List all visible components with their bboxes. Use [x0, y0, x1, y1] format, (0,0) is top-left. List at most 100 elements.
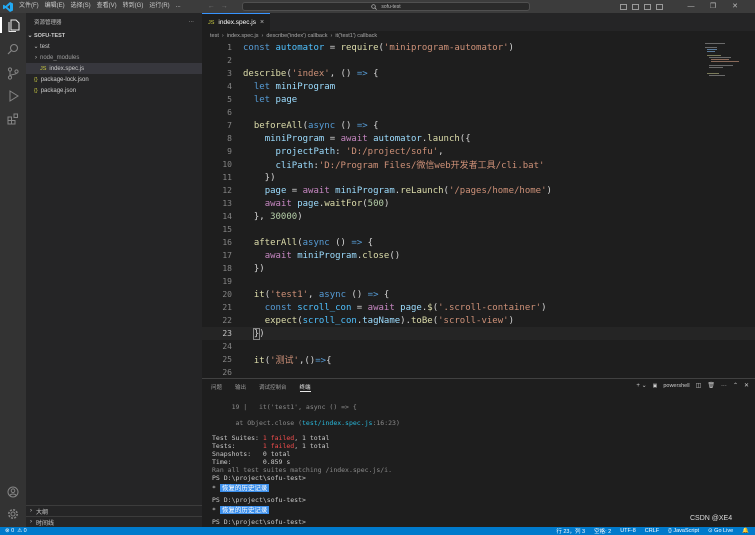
line-endings[interactable]: CRLF	[645, 528, 659, 534]
maximize-panel-icon[interactable]: ⌃	[733, 382, 738, 389]
layout-controls	[620, 0, 663, 13]
cursor-position[interactable]: 行 23，列 3	[556, 527, 585, 535]
code-line: 21 const scroll_con = await page.$('.scr…	[222, 302, 547, 313]
go-live-button[interactable]: ⊙ Go Live	[708, 528, 733, 534]
minimize-icon[interactable]: —	[680, 0, 702, 13]
tab-index-spec[interactable]: JS index.spec.js ×	[202, 13, 271, 31]
close-panel-icon[interactable]: ✕	[744, 382, 749, 389]
window-controls: — ❐ ✕	[680, 0, 746, 13]
outline-section[interactable]: › 大纲	[26, 505, 202, 516]
menu-more[interactable]: ...	[173, 0, 184, 13]
search-view-icon[interactable]	[5, 41, 21, 57]
tab-output[interactable]: 输出	[235, 383, 246, 391]
chevron-down-icon: ⌄	[33, 44, 39, 50]
outline-label: 大纲	[36, 509, 49, 516]
vscode-logo-icon	[0, 0, 16, 13]
terminal-icon: ▣	[652, 382, 658, 389]
split-terminal-icon[interactable]: ◫	[696, 382, 702, 389]
breadcrumb-separator: ›	[261, 32, 264, 39]
timeline-section[interactable]: › 时间线	[26, 516, 202, 527]
bottom-panel: 问题 输出 调试控制台 终端 + ⌄ ▣ powershell ◫ 🗑 ··· …	[202, 378, 755, 527]
json-file-icon: {}	[34, 87, 38, 94]
kill-terminal-icon[interactable]: 🗑	[707, 382, 715, 389]
editor-tabs: JS index.spec.js ×	[202, 13, 755, 31]
editor-area: JS index.spec.js × test › index.spec.js …	[202, 13, 755, 378]
vscode-window: 文件(F) 编辑(E) 选择(S) 查看(V) 转到(G) 运行(R) ... …	[0, 0, 755, 535]
toggle-secondary-sidebar-icon[interactable]	[644, 3, 651, 10]
terminal-actions: + ⌄ ▣ powershell ◫ 🗑 ··· ⌃ ✕	[636, 382, 749, 390]
more-actions-icon[interactable]: ···	[721, 383, 727, 389]
explorer-sidebar: 资源管理器 ··· ⌄ SOFU-TEST ⌄ test › node_modu…	[26, 13, 202, 527]
minimap[interactable]	[705, 43, 741, 83]
terminal-line: Ran all test suites matching /index.spec…	[212, 466, 393, 474]
code-line: 7 beforeAll(async () => {	[227, 120, 379, 131]
toggle-panel-icon[interactable]	[632, 3, 639, 10]
explorer-icon[interactable]	[0, 17, 26, 33]
run-debug-icon[interactable]	[5, 88, 21, 104]
tab-debug-console[interactable]: 调试控制台	[259, 383, 287, 391]
close-window-icon[interactable]: ✕	[724, 0, 746, 13]
errors-indicator[interactable]: ⊗ 0	[0, 528, 14, 534]
breadcrumb-item[interactable]: it('test1') callback	[335, 33, 377, 39]
terminal-name[interactable]: powershell	[663, 383, 689, 389]
code-line: 20 it('test1', async () => {	[222, 289, 390, 300]
code-line: 17 await miniProgram.close()	[222, 250, 401, 261]
maximize-icon[interactable]: ❐	[702, 0, 724, 13]
tree-item-label: index.spec.js	[49, 65, 85, 72]
chevron-right-icon: ›	[30, 508, 32, 514]
terminal-line: 19 | it('test1', async () => {	[212, 403, 357, 411]
code-line: 1 const automator = require('miniprogram-…	[227, 42, 514, 53]
account-icon[interactable]	[5, 484, 21, 500]
extensions-icon[interactable]	[5, 111, 21, 127]
command-center-search[interactable]: sofu-test	[242, 2, 530, 11]
code-line: 25 it('测试',()=>{	[222, 355, 332, 366]
code-line: 13 await page.waitFor(500)	[222, 198, 390, 209]
terminal-prompt[interactable]: PS D:\project\sofu-test>	[212, 518, 306, 526]
sidebar-more-icon[interactable]: ···	[189, 19, 195, 25]
menu-file[interactable]: 文件(F)	[16, 0, 42, 13]
toggle-sidebar-icon[interactable]	[620, 3, 627, 10]
tab-terminal[interactable]: 终端	[299, 383, 311, 392]
nav-forward-button[interactable]: →	[221, 0, 228, 13]
settings-gear-icon[interactable]	[5, 506, 21, 522]
code-line: 4 let miniProgram	[227, 81, 336, 92]
tree-item-test[interactable]: ⌄ test	[26, 41, 202, 52]
code-line: 19	[222, 277, 232, 286]
activity-bar	[0, 13, 26, 527]
tree-item-node-modules[interactable]: › node_modules	[26, 52, 202, 63]
source-control-icon[interactable]	[5, 65, 21, 81]
tab-problems[interactable]: 问题	[211, 383, 222, 391]
tree-item-package-lock[interactable]: {} package-lock.json	[26, 74, 202, 85]
menu-run[interactable]: 运行(R)	[146, 0, 172, 13]
tree-item-label: package-lock.json	[40, 76, 89, 83]
search-icon	[371, 3, 378, 10]
customize-layout-icon[interactable]	[656, 3, 663, 10]
tree-item-package[interactable]: {} package.json	[26, 85, 202, 96]
terminal-prompt: PS D:\project\sofu-test>	[212, 496, 306, 504]
code-line: 5 let page	[227, 94, 298, 105]
breadcrumb-item[interactable]: describe('index') callback	[266, 33, 327, 39]
project-title: SOFU-TEST	[34, 32, 66, 39]
breadcrumb-item[interactable]: index.spec.js	[227, 33, 259, 39]
close-icon[interactable]: ×	[260, 19, 264, 26]
tree-item-label: test	[40, 43, 50, 50]
code-editor[interactable]: 1 const automator = require('miniprogram-…	[202, 41, 755, 378]
breadcrumb-item[interactable]: test	[210, 33, 219, 39]
terminal-line: Time: 0.859 s	[212, 458, 291, 466]
code-line-current: 23 })	[202, 327, 755, 340]
menu-selection[interactable]: 选择(S)	[68, 0, 94, 13]
menu-edit[interactable]: 编辑(E)	[42, 0, 68, 13]
encoding[interactable]: UTF-8	[620, 528, 636, 534]
notifications-icon[interactable]: 🔔	[742, 528, 749, 534]
nav-back-button[interactable]: ←	[208, 0, 215, 13]
warnings-indicator[interactable]: ⚠ 0	[14, 528, 27, 534]
tree-item-index-spec[interactable]: JS index.spec.js	[26, 63, 202, 74]
new-terminal-icon[interactable]: + ⌄	[636, 382, 646, 389]
indentation[interactable]: 空格: 2	[594, 527, 611, 535]
language-mode[interactable]: {} JavaScript	[668, 528, 699, 534]
menu-view[interactable]: 查看(V)	[94, 0, 120, 13]
timeline-label: 时间线	[36, 520, 55, 527]
project-section[interactable]: ⌄ SOFU-TEST	[26, 30, 202, 41]
menu-go[interactable]: 转到(G)	[120, 0, 147, 13]
title-bar: 文件(F) 编辑(E) 选择(S) 查看(V) 转到(G) 运行(R) ... …	[0, 0, 755, 13]
